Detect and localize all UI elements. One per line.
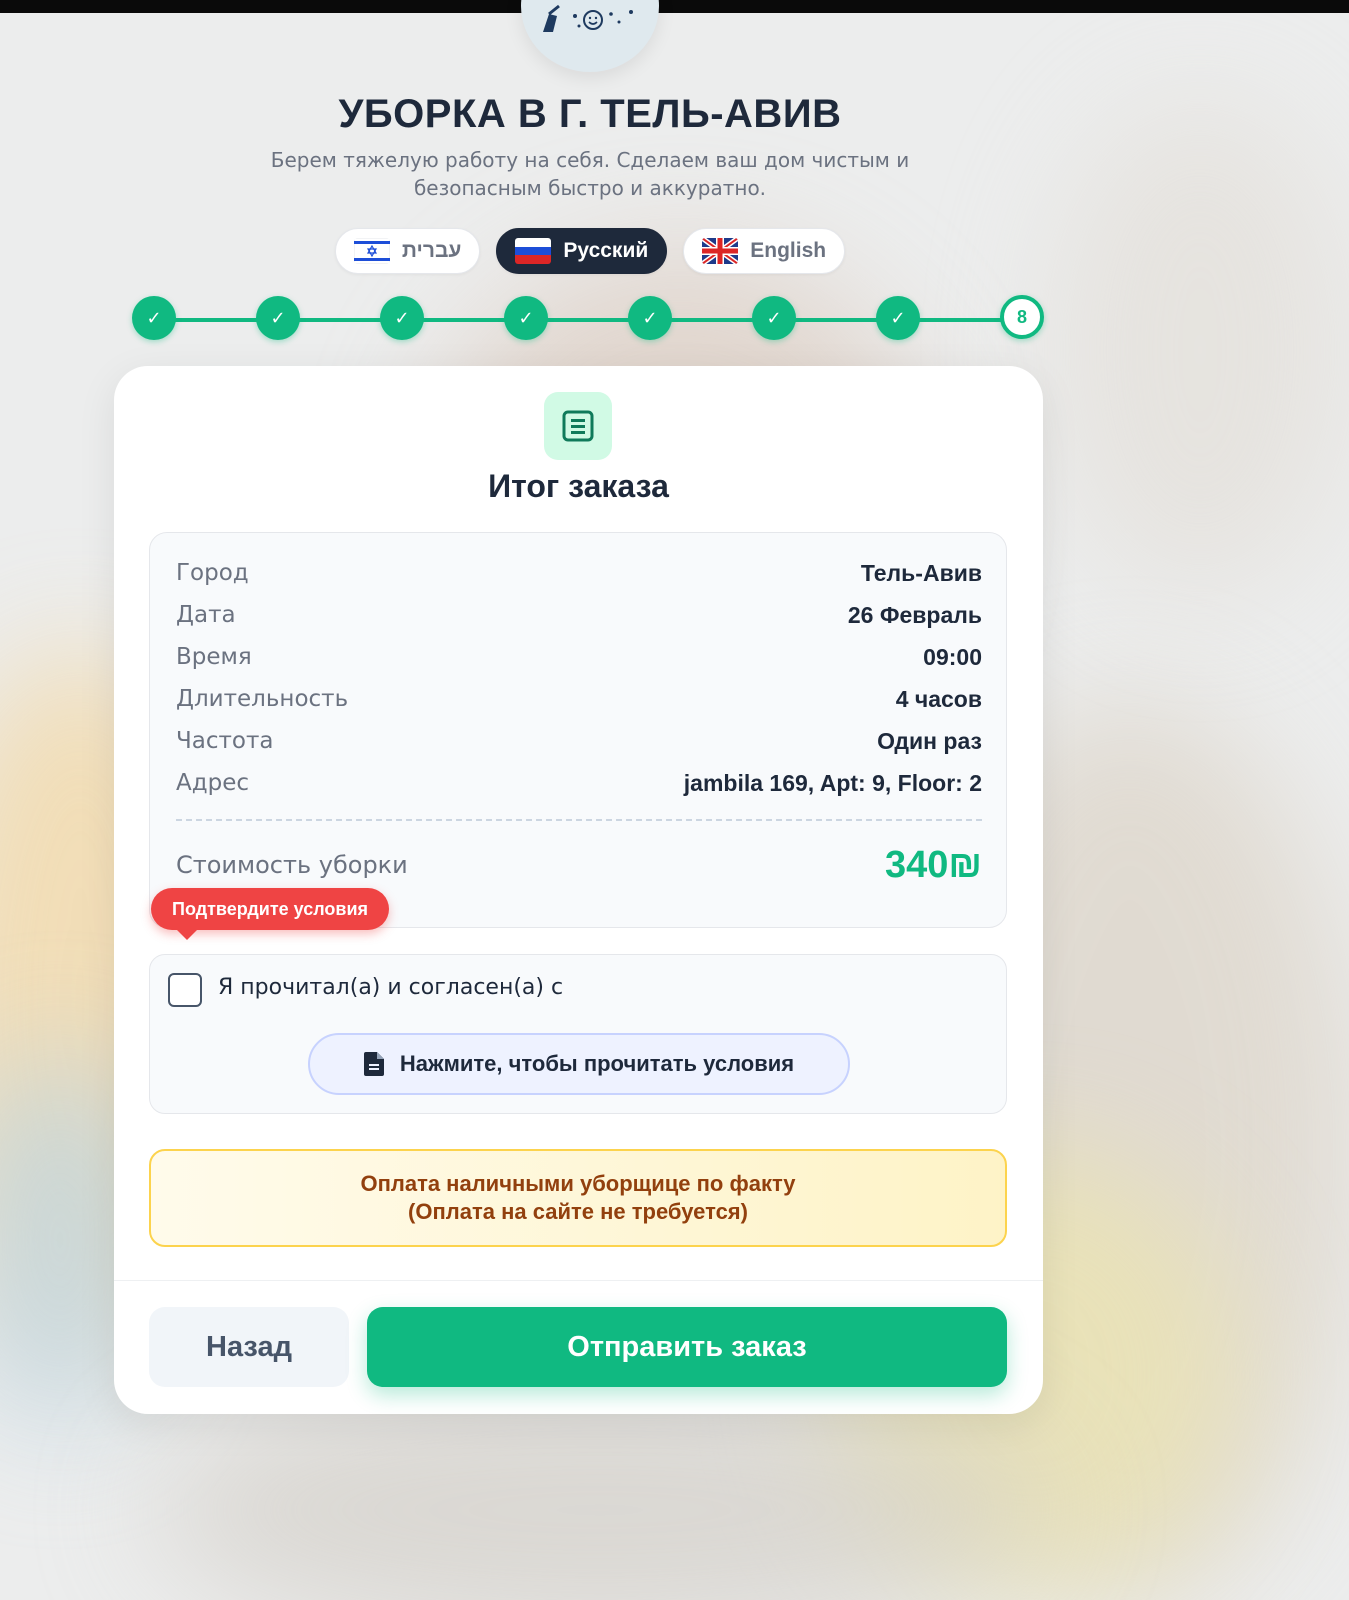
summary-row-frequency: Частота Один раз (176, 725, 982, 757)
row-label: Длительность (176, 686, 349, 712)
dashed-divider (176, 819, 982, 821)
israel-flag-icon (353, 238, 390, 264)
row-value: 09:00 (923, 643, 982, 670)
check-icon: ✓ (146, 307, 162, 329)
summary-row-duration: Длительность 4 часов (176, 683, 982, 715)
confirm-terms-tooltip: Подтвердите условия (151, 888, 390, 940)
payment-notice-line2: (Оплата на сайте не требуется) (408, 1199, 748, 1224)
step-5-done: ✓ (628, 296, 672, 340)
check-icon: ✓ (518, 307, 534, 329)
lang-russian-button[interactable]: Русский (496, 228, 668, 274)
check-icon: ✓ (642, 307, 658, 329)
summary-row-time: Время 09:00 (176, 641, 982, 673)
summary-row-city: Город Тель-Авив (176, 557, 982, 589)
step-7-done: ✓ (876, 296, 920, 340)
check-icon: ✓ (766, 307, 782, 329)
row-value: jambila 169, Apt: 9, Floor: 2 (683, 769, 982, 796)
back-button[interactable]: Назад (149, 1307, 349, 1387)
lang-hebrew-label: עברית (401, 239, 462, 262)
summary-row-date: Дата 26 Февраль (176, 599, 982, 631)
step-2-done: ✓ (256, 296, 300, 340)
footer-divider (114, 1280, 1043, 1281)
document-icon (363, 1052, 384, 1076)
terms-checkbox[interactable] (168, 973, 202, 1007)
lang-english-button[interactable]: English (683, 228, 846, 274)
summary-details: Город Тель-Авив Дата 26 Февраль Время 09… (149, 532, 1007, 928)
price-value: 340₪ (885, 843, 982, 886)
step-1-done: ✓ (132, 296, 176, 340)
lang-hebrew-button[interactable]: עברית (334, 228, 481, 274)
step-3-done: ✓ (380, 296, 424, 340)
step-4-done: ✓ (504, 296, 548, 340)
read-terms-label: Нажмите, чтобы прочитать условия (399, 1051, 795, 1076)
step-6-done: ✓ (752, 296, 796, 340)
order-summary-card: Итог заказа Город Тель-Авив Дата 26 Февр… (114, 366, 1043, 1414)
check-icon: ✓ (270, 307, 286, 329)
row-label: Адрес (176, 770, 250, 796)
uk-flag-icon (702, 238, 739, 264)
cleaning-logo-icon (543, 4, 633, 32)
row-value: 26 Февраль (847, 601, 982, 628)
language-switcher: עברית Русский English (0, 228, 1180, 274)
row-label: Город (176, 560, 249, 586)
top-bar (0, 0, 1349, 13)
page-subtitle: Берем тяжелую работу на себя. Сделаем ва… (270, 148, 910, 200)
price-row: Стоимость уборки 340₪ (176, 839, 982, 891)
terms-checkbox-label[interactable]: Я прочитал(а) и согласен(а) с (218, 975, 563, 1000)
row-value: Один раз (877, 727, 982, 754)
check-icon: ✓ (394, 307, 410, 329)
russia-flag-icon (515, 238, 552, 264)
submit-order-button[interactable]: Отправить заказ (367, 1307, 1007, 1387)
check-icon: ✓ (890, 307, 906, 329)
row-label: Дата (176, 602, 236, 628)
read-terms-button[interactable]: Нажмите, чтобы прочитать условия (308, 1033, 850, 1095)
summary-title: Итог заказа (488, 468, 669, 504)
row-label: Время (176, 644, 252, 670)
payment-notice-line1: Оплата наличными уборщице по факту (360, 1171, 796, 1196)
payment-notice: Оплата наличными уборщице по факту (Опла… (149, 1149, 1007, 1247)
lang-russian-label: Русский (563, 239, 649, 262)
row-label: Частота (176, 728, 274, 754)
price-label: Стоимость уборки (176, 851, 408, 879)
page-title: УБОРКА В Г. ТЕЛЬ-АВИВ (338, 92, 842, 136)
terms-section: Я прочитал(а) и согласен(а) с Нажмите, ч… (149, 954, 1007, 1114)
receipt-icon (544, 392, 612, 460)
row-value: 4 часов (895, 685, 982, 712)
lang-english-label: English (750, 239, 827, 262)
step-8-current: 8 (1000, 295, 1044, 339)
row-value: Тель-Авив (860, 559, 982, 586)
progress-stepper: ✓ ✓ ✓ ✓ ✓ ✓ ✓ 8 (132, 295, 1044, 344)
summary-row-address: Адрес jambila 169, Apt: 9, Floor: 2 (176, 767, 982, 799)
